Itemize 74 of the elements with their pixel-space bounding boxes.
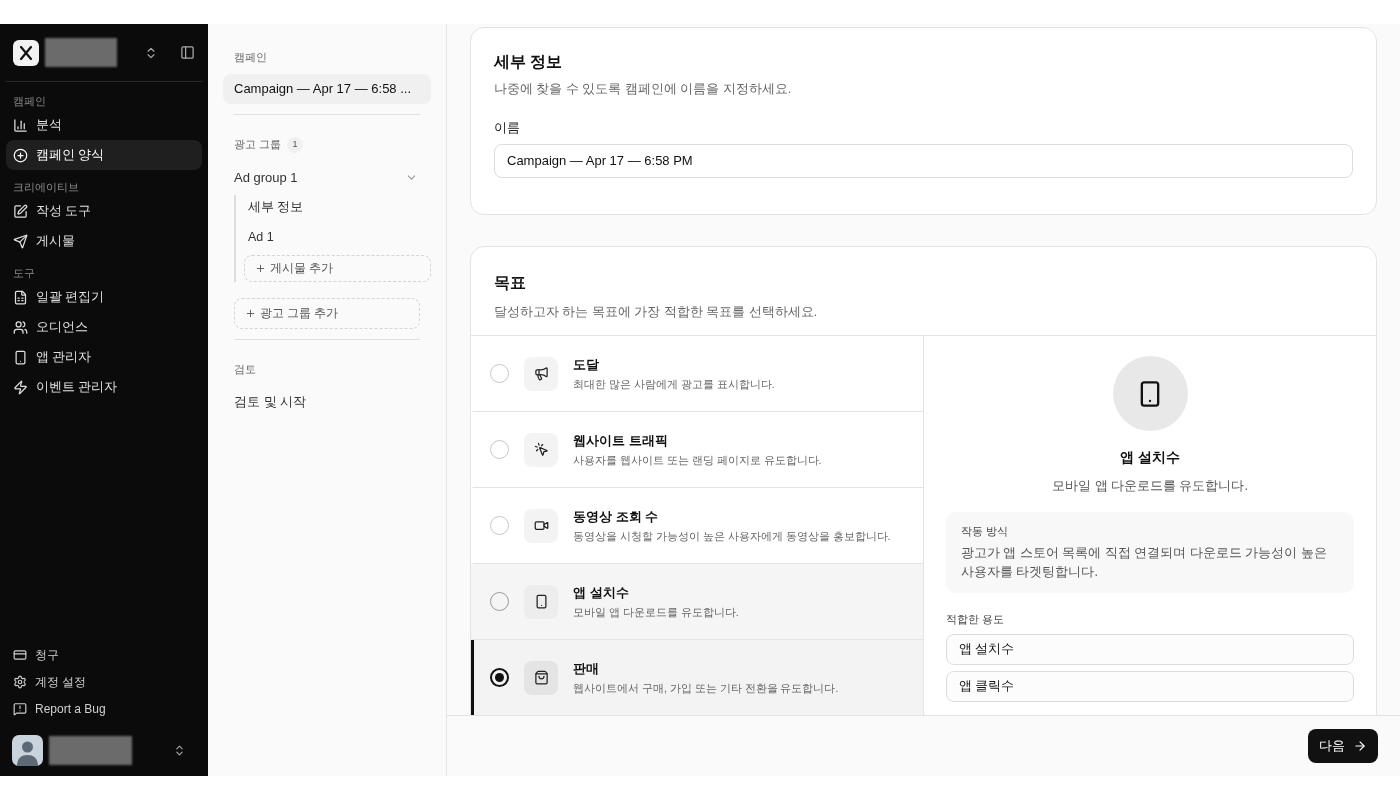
logo — [13, 39, 39, 66]
review-step[interactable]: 검토 및 시작 — [223, 391, 431, 411]
card-description: 달성하고자 하는 목표에 가장 적합한 목표를 선택하세요. — [494, 303, 819, 321]
plus-icon — [245, 307, 256, 319]
gear-icon — [13, 674, 27, 689]
nav-item[interactable]: 작성 도구 — [6, 196, 202, 226]
option-description: 웹사이트에서 구매, 가입 또는 기타 전환을 유도합니다. — [573, 681, 839, 697]
card-title: 세부 정보 — [494, 52, 564, 72]
campaign-step[interactable]: Campaign — Apr 17 — 6:58 ... — [223, 73, 431, 104]
nav-item[interactable]: Report a Bug — [6, 695, 202, 722]
chart-icon — [13, 117, 28, 133]
avatar[interactable] — [12, 734, 43, 766]
section-heading: 캠페인 — [12, 93, 47, 109]
bag-icon — [533, 670, 549, 686]
next-button[interactable]: 다음 — [1308, 729, 1378, 763]
add-post-button[interactable]: 게시물 추가 — [244, 254, 431, 282]
option-description: 최대한 많은 사람에게 광고를 표시합니다. — [573, 377, 775, 393]
plus-circle-icon — [13, 147, 28, 163]
users-icon — [13, 319, 28, 335]
ad-group-item[interactable]: Ad group 1 — [223, 164, 431, 191]
name-field[interactable]: Campaign — Apr 17 — 6:58 PM — [494, 143, 1353, 178]
nav-item[interactable]: 앱 관리자 — [6, 342, 202, 372]
section-heading: 검토 — [233, 361, 257, 377]
lightning-icon — [13, 379, 28, 395]
nav-item[interactable]: 계정 설정 — [6, 668, 202, 695]
message-alert-icon — [13, 701, 27, 716]
nav-item[interactable]: 이벤트 관리자 — [6, 372, 202, 402]
card-title: 목표 — [494, 272, 527, 293]
document-icon — [13, 289, 28, 305]
nav-item[interactable]: 분석 — [6, 110, 202, 140]
card-description: 나중에 찾을 수 있도록 캠페인에 이름을 지정하세요. — [494, 81, 793, 98]
option-title: 도달 — [573, 355, 600, 374]
field-label: 이름 — [494, 119, 521, 137]
panel-text: 광고가 앱 스토어 목록에 직접 연결되며 다운로드 가능성이 높은 사용자를 타겟팅합니다. — [961, 544, 1328, 581]
option-description: 모바일 앱 다운로드를 유도합니다. — [573, 605, 739, 621]
preview-title: 앱 설치수 — [1120, 448, 1180, 468]
section-heading: 광고 그룹 — [234, 136, 281, 152]
redacted-block — [45, 38, 117, 67]
card-icon — [13, 647, 27, 662]
chevrons-icon[interactable] — [173, 743, 186, 757]
preview-description: 모바일 앱 다운로드를 유도합니다. — [1052, 478, 1248, 496]
sidebar-toggle-icon[interactable] — [180, 45, 195, 60]
nav-item[interactable]: 게시물 — [6, 226, 202, 256]
option-title: 앱 설치수 — [573, 583, 630, 602]
option-title: 동영상 조회 수 — [573, 507, 660, 526]
use-case-chip: 앱 클릭수 — [946, 671, 1354, 702]
nav-item[interactable]: 캠페인 양식 — [6, 140, 202, 170]
panel-heading: 작동 방식 — [961, 524, 1010, 539]
nav-item[interactable]: 일괄 편집기 — [6, 282, 202, 312]
option-description: 동영상을 시청할 가능성이 높은 사용자에게 동영상을 홍보합니다. — [573, 529, 891, 545]
pen-icon — [13, 203, 28, 219]
radio-button[interactable] — [490, 668, 509, 688]
phone-icon — [533, 594, 549, 610]
cursor-click-icon — [533, 442, 549, 458]
fit-heading: 적합한 용도 — [946, 611, 1006, 627]
add-ad-group-button[interactable]: 광고 그룹 추가 — [234, 297, 420, 329]
ad-group-child[interactable]: 세부 정보 — [246, 194, 431, 221]
objective-option[interactable]: 판매 웹사이트에서 구매, 가입 또는 기타 전환을 유도합니다. — [471, 640, 923, 715]
ad-group-child[interactable]: Ad 1 — [246, 224, 431, 251]
use-case-chip: 앱 설치수 — [946, 634, 1354, 665]
nav-item[interactable]: 청구 — [6, 641, 202, 668]
plus-icon — [255, 262, 266, 274]
objective-option[interactable]: 앱 설치수 모바일 앱 다운로드를 유도합니다. — [471, 564, 923, 641]
send-icon — [13, 233, 28, 249]
count-badge: 1 — [286, 136, 303, 153]
nav-item[interactable]: 오디언스 — [6, 312, 202, 342]
phone-icon — [13, 349, 28, 365]
section-heading: 도구 — [12, 265, 36, 281]
section-heading: 캠페인 — [233, 50, 268, 65]
option-title: 판매 — [573, 659, 600, 678]
megaphone-icon — [533, 366, 549, 382]
option-title: 웹사이트 트래픽 — [573, 431, 669, 450]
section-heading: 크리에이티브 — [12, 179, 80, 195]
option-description: 사용자를 웹사이트 또는 랜딩 페이지로 유도합니다. — [573, 453, 822, 469]
